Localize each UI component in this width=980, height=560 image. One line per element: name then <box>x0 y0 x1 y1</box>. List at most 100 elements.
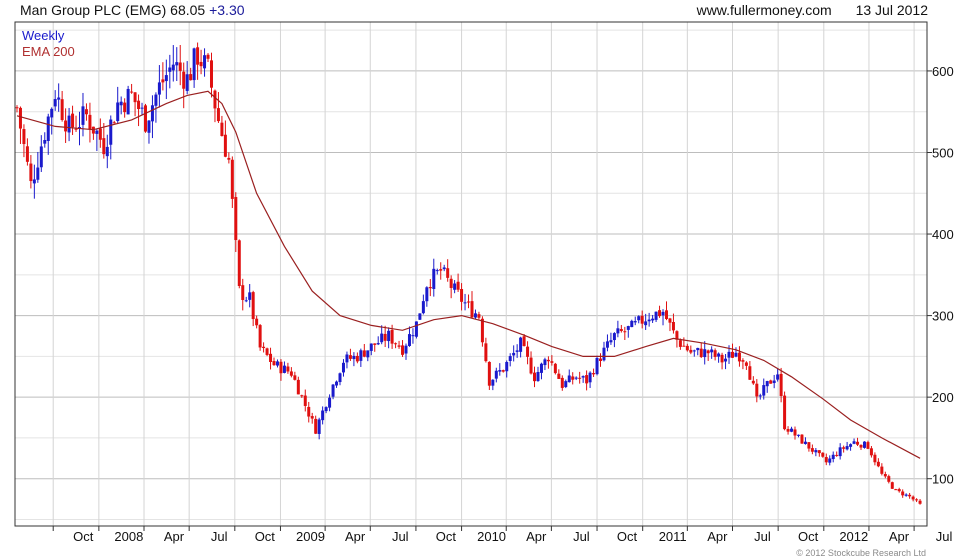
candle-body <box>866 442 870 449</box>
instrument-name: Man Group PLC (EMG) <box>20 2 167 18</box>
candle-body <box>623 331 627 333</box>
candle-body <box>216 108 220 122</box>
candle-body <box>116 102 120 122</box>
candle-body <box>446 268 450 278</box>
candle-body <box>272 361 276 366</box>
candle-body <box>206 54 210 59</box>
candle-body <box>727 351 731 358</box>
candle-body <box>432 268 436 289</box>
candle-body <box>828 458 832 463</box>
candle-body <box>383 333 387 341</box>
candle-body <box>359 350 363 361</box>
candle-body <box>407 334 411 346</box>
candle-body <box>341 362 345 373</box>
candle-body <box>199 61 203 67</box>
candle-body <box>737 352 741 362</box>
candle-body <box>873 454 877 463</box>
candle-body <box>654 311 658 320</box>
candle-body <box>314 418 318 434</box>
candle-body <box>560 377 564 388</box>
candle-body <box>796 434 800 436</box>
candle-body <box>494 370 498 379</box>
candle-body <box>550 361 554 363</box>
candle-body <box>105 146 109 157</box>
candle-body <box>567 375 571 383</box>
candle-body <box>630 320 634 328</box>
candle-body <box>265 348 269 355</box>
candle-body <box>911 496 915 500</box>
candle-body <box>178 62 182 71</box>
candle-body <box>772 380 776 384</box>
candle-body <box>338 373 342 383</box>
candle-body <box>849 444 853 447</box>
candle-body <box>741 360 745 362</box>
price-chart: 100 200 300 400 500 600 Oct 2008 Apr Jul Oct 2009 Ap… <box>14 21 954 544</box>
candle-body <box>658 310 662 317</box>
candle-body <box>411 335 415 337</box>
candle-body <box>856 441 860 445</box>
candle-body <box>505 362 509 372</box>
legend-weekly: Weekly <box>22 28 65 43</box>
candle-body <box>876 461 880 467</box>
x-tick-label: Apr <box>164 529 185 544</box>
candle-body <box>838 447 842 457</box>
last-price: 68.05 <box>170 2 206 18</box>
candle-body <box>234 197 238 241</box>
candle-body <box>508 356 512 362</box>
candle-body <box>230 159 234 199</box>
candle-body <box>307 406 311 417</box>
candle-body <box>428 287 432 289</box>
candle-body <box>786 429 790 432</box>
candle-body <box>842 447 846 449</box>
candle-body <box>776 374 780 380</box>
candle-body <box>512 352 516 356</box>
candle-body <box>564 381 568 388</box>
candle-body <box>289 371 293 376</box>
candle-body <box>282 365 286 373</box>
candle-body <box>348 355 352 359</box>
candle-body <box>539 363 543 373</box>
candle-body <box>717 353 721 357</box>
candle-body <box>755 383 759 397</box>
candle-body <box>473 313 477 318</box>
candle-body <box>480 318 484 343</box>
candle-body <box>769 380 773 384</box>
candle-body <box>435 270 439 272</box>
candle-body <box>713 350 717 357</box>
candle-body <box>824 457 828 463</box>
candle-body <box>501 370 505 372</box>
candle-body <box>387 330 391 342</box>
candle-body <box>710 349 714 353</box>
x-tick-label: Apr <box>707 529 728 544</box>
candle-body <box>703 349 707 358</box>
candle-body <box>175 62 179 66</box>
source-site: www.fullermoney.com <box>696 2 832 18</box>
candle-body <box>185 74 189 91</box>
candle-body <box>317 419 321 434</box>
candle-body <box>161 79 165 83</box>
candle-body <box>668 318 672 323</box>
candle-body <box>39 146 43 168</box>
candle-body <box>765 381 769 387</box>
candle-body <box>790 428 794 432</box>
candle-body <box>279 361 283 374</box>
candle-body <box>130 91 134 93</box>
candle-body <box>807 442 811 449</box>
candle-body <box>355 355 359 362</box>
candle-body <box>602 347 606 361</box>
candle-body <box>328 397 332 408</box>
candle-body <box>526 346 530 357</box>
candle-body <box>293 375 297 380</box>
candle-body <box>894 489 898 491</box>
candle-body <box>209 60 213 88</box>
candle-body <box>137 100 141 110</box>
candle-body <box>637 316 641 321</box>
candle-body <box>171 64 175 71</box>
candle-body <box>696 347 700 351</box>
candle-body <box>640 315 644 324</box>
candle-body <box>887 476 891 482</box>
candle-body <box>519 337 523 352</box>
candle-body <box>553 363 557 374</box>
candle-body <box>456 281 460 290</box>
candle-body <box>133 92 137 103</box>
